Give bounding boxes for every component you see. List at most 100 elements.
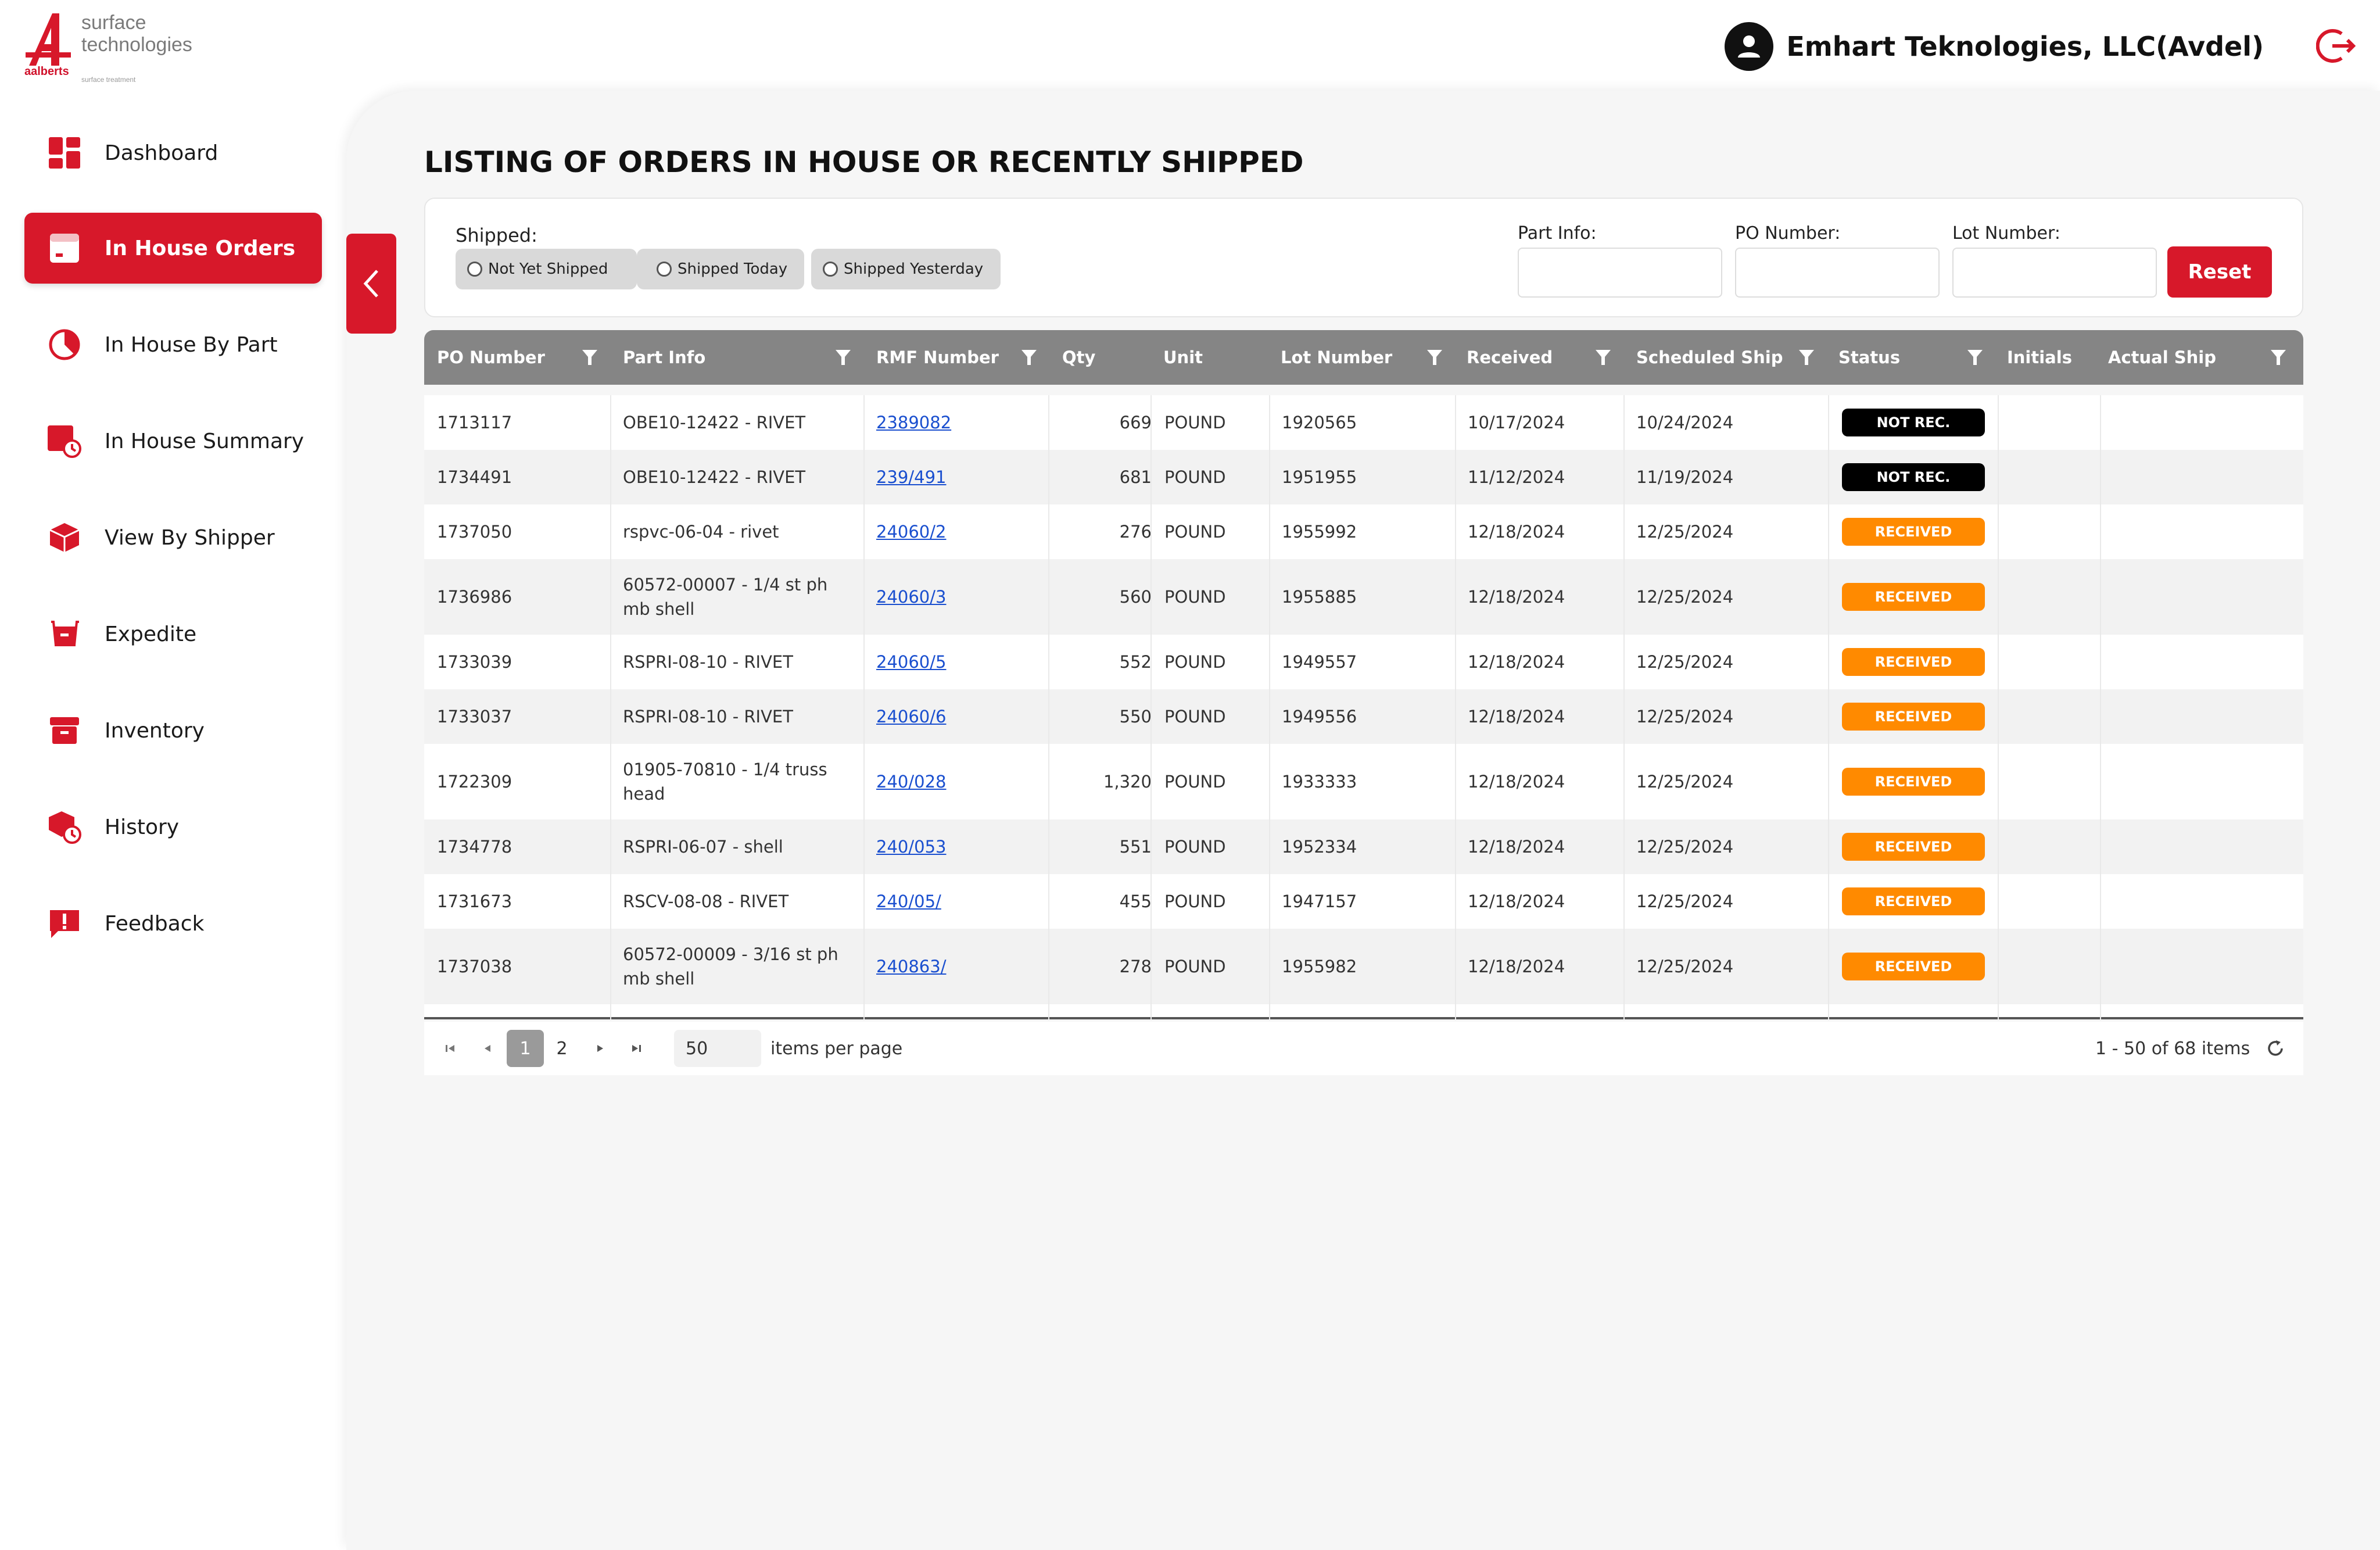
sidebar-item-label: Inventory [105,718,205,743]
qty-cell: 551 [1119,837,1152,857]
filter-icon[interactable] [581,348,598,367]
filter-icon[interactable] [1798,348,1815,367]
filter-icon[interactable] [834,348,852,367]
column-header-po-number[interactable]: PO Number [437,330,545,385]
table-row[interactable]: 1737038 60572-00009 - 3/16 st ph mb shell… [424,929,2303,1004]
lot-number-label: Lot Number: [1952,223,2060,244]
sidebar-item-history[interactable]: History [24,792,322,862]
rmf-number-cell[interactable]: 239/491 [876,450,952,504]
rmf-number-link[interactable]: 24060/2 [876,520,946,544]
rmf-number-link[interactable]: 24060/3 [876,585,946,609]
sidebar-item-in-house-summary[interactable]: In House Summary [24,406,322,477]
page-button-1[interactable]: 1 [507,1030,544,1067]
rmf-number-link[interactable]: 2389082 [876,410,951,435]
logo-wordmark: surface technologies [81,12,192,56]
table-row[interactable]: 1737050 rspvc-06-04 - rivet 24060/2 276 POUN… [424,504,2303,559]
table-row[interactable]: 1733039 RSPRI-08-10 - RIVET 24060/5 552 POUN… [424,635,2303,689]
radio-circle-icon [823,262,838,277]
column-header-part-info[interactable]: Part Info [623,330,705,385]
qty-cell: 550 [1119,707,1152,726]
column-header-actual-ship[interactable]: Actual Ship [2108,330,2216,385]
rmf-number-cell[interactable]: 240/053 [876,819,952,874]
rmf-number-cell[interactable]: 240/05/ [876,874,947,929]
sidebar-item-in-house-orders[interactable]: In House Orders [24,213,322,284]
filter-icon[interactable] [2270,348,2287,367]
part-info-cell: OBE10-12422 - RIVET [623,467,806,487]
filter-icon[interactable] [1966,348,1984,367]
unit-cell: POUND [1164,652,1226,672]
rmf-number-link[interactable]: 240/05/ [876,889,941,914]
rmf-number-cell[interactable]: 240/028 [876,744,952,819]
table-row[interactable]: 1713117 OBE10-12422 - RIVET 2389082 669 POUN… [424,395,2303,450]
column-header-qty[interactable]: Qty [1062,330,1095,385]
reset-button[interactable]: Reset [2167,246,2272,298]
orders-grid: 1713117 OBE10-12422 - RIVET 2389082 669 POUN… [424,395,2303,1019]
table-row[interactable]: 1731673 RSCV-08-08 - RIVET 240/05/455 POUND… [424,874,2303,929]
status-badge: RECEIVED [1842,689,1991,744]
column-header-unit[interactable]: Unit [1163,330,1203,385]
last-page-icon[interactable] [628,1030,645,1067]
filter-icon[interactable] [1594,348,1612,367]
account-info[interactable]: Emhart Teknologies, LLC(Avdel) [1725,22,2264,71]
scheduled-ship-cell: 11/19/2024 [1636,467,1734,487]
column-header-status[interactable]: Status [1838,330,1900,385]
po-number-input[interactable] [1735,248,1940,298]
column-header-lot-number[interactable]: Lot Number [1281,330,1392,385]
rmf-number-link[interactable]: 24060/6 [876,704,946,729]
column-header-scheduled-ship[interactable]: Scheduled Ship [1636,330,1783,385]
table-row[interactable]: 1733037 RSPRI-08-10 - RIVET 24060/6 550 POUN… [424,689,2303,744]
rmf-number-link[interactable]: 240863/ [876,954,946,979]
status-badge-label: NOT REC. [1842,463,1985,491]
sidebar-item-feedback[interactable]: Feedback [24,888,322,959]
rmf-number-link[interactable]: 239/491 [876,465,946,489]
sidebar-item-view-by-shipper[interactable]: View By Shipper [24,502,322,573]
part-info-input[interactable] [1518,248,1722,298]
rmf-number-cell[interactable]: 24060/2 [876,504,952,559]
part-info-cell: 60572-00009 - 3/16 st ph mb shell [623,944,838,989]
rmf-number-link[interactable]: 24060/5 [876,650,946,674]
column-header-received[interactable]: Received [1467,330,1553,385]
lot-number-input[interactable] [1952,248,2157,298]
shipped-today-radio[interactable]: Shipped Today [645,249,804,289]
refresh-icon[interactable] [2264,1030,2287,1067]
part-info-cell: RSPRI-08-10 - RIVET [623,652,793,672]
status-badge-label: RECEIVED [1842,583,1985,611]
filter-icon[interactable] [1020,348,1038,367]
logout-icon[interactable] [2316,26,2357,66]
table-row[interactable]: 1734778 RSPRI-06-07 - shell 240/053 551 POUN… [424,819,2303,874]
page-size-select[interactable]: 50 [674,1030,761,1067]
feedback-icon [48,907,81,940]
sidebar-item-expedite[interactable]: Expedite [24,599,322,670]
lot-number-cell: 1955982 [1282,957,1357,976]
shipped-yesterday-radio[interactable]: Shipped Yesterday [811,249,1001,289]
rmf-number-link[interactable]: 240/053 [876,835,946,859]
rmf-number-cell[interactable]: 24060/3 [876,559,952,635]
page-button-2[interactable]: 2 [547,1030,576,1067]
rmf-number-cell[interactable]: 24060/5 [876,635,952,689]
items-per-page-label: items per page [770,1038,903,1059]
not-yet-shipped-radio[interactable]: Not Yet Shipped [456,249,637,289]
po-number-cell: 1713117 [437,413,512,432]
column-header-rmf-number[interactable]: RMF Number [876,330,999,385]
company-logo[interactable]: surface technologies aalberts surface tr… [23,10,209,84]
rmf-number-cell[interactable]: 240863/ [876,929,952,1004]
rmf-number-cell[interactable]: 2389082 [876,395,957,450]
received-cell: 12/18/2024 [1468,837,1565,857]
collapse-sidebar-button[interactable] [346,234,396,334]
first-page-icon[interactable] [442,1030,459,1067]
table-row[interactable]: 1734491 OBE10-12422 - RIVET 239/491 681 POUN… [424,450,2303,504]
sidebar-item-in-house-by-part[interactable]: In House By Part [24,309,322,380]
sidebar-item-inventory[interactable]: Inventory [24,695,322,766]
table-row[interactable]: 1722309 01905-70810 - 1/4 truss head 240/0… [424,744,2303,819]
filter-icon[interactable] [1426,348,1443,367]
sidebar-item-dashboard[interactable]: Dashboard [24,117,322,188]
filter-panel: Shipped: Not Yet Shipped Shipped Today S… [424,198,2303,317]
rmf-number-cell[interactable]: 24060/6 [876,689,952,744]
previous-page-icon[interactable] [479,1030,496,1067]
rmf-number-link[interactable]: 240/028 [876,769,946,794]
table-row[interactable]: 1736986 60572-00007 - 1/4 st ph mb shell 2… [424,559,2303,635]
status-badge-label: RECEIVED [1842,648,1985,676]
next-page-icon[interactable] [592,1030,609,1067]
scheduled-ship-cell: 12/25/2024 [1636,892,1734,911]
column-header-initials[interactable]: Initials [2007,330,2072,385]
